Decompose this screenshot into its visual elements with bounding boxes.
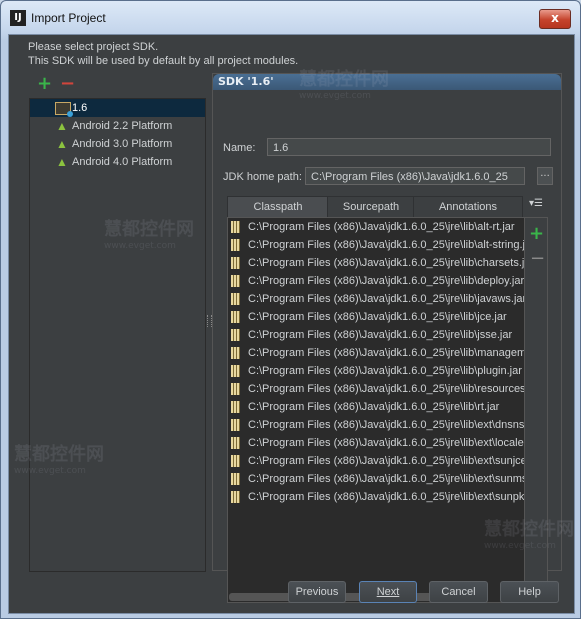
- add-classpath-icon[interactable]: +: [529, 223, 544, 244]
- classpath-row[interactable]: C:\Program Files (x86)\Java\jdk1.6.0_25\…: [228, 380, 524, 398]
- android-icon: ▲: [56, 119, 68, 133]
- classpath-entry: C:\Program Files (x86)\Java\jdk1.6.0_25\…: [248, 293, 524, 305]
- classpath-entry: C:\Program Files (x86)\Java\jdk1.6.0_25\…: [248, 491, 524, 503]
- previous-button[interactable]: Previous: [288, 581, 346, 603]
- jar-icon: [231, 455, 240, 467]
- classpath-row[interactable]: C:\Program Files (x86)\Java\jdk1.6.0_25\…: [228, 362, 524, 380]
- jar-icon: [231, 329, 240, 341]
- classpath-entry: C:\Program Files (x86)\Java\jdk1.6.0_25\…: [248, 473, 524, 485]
- jar-icon: [231, 239, 240, 251]
- classpath-entry: C:\Program Files (x86)\Java\jdk1.6.0_25\…: [248, 419, 524, 431]
- classpath-row[interactable]: C:\Program Files (x86)\Java\jdk1.6.0_25\…: [228, 326, 524, 344]
- jar-icon: [231, 347, 240, 359]
- classpath-row[interactable]: C:\Program Files (x86)\Java\jdk1.6.0_25\…: [228, 218, 524, 236]
- classpath-entry: C:\Program Files (x86)\Java\jdk1.6.0_25\…: [248, 257, 524, 269]
- classpath-row[interactable]: C:\Program Files (x86)\Java\jdk1.6.0_25\…: [228, 272, 524, 290]
- jar-icon: [231, 365, 240, 377]
- intellij-app-icon: IJ: [10, 10, 26, 26]
- name-field[interactable]: 1.6: [267, 138, 551, 156]
- classpath-row[interactable]: C:\Program Files (x86)\Java\jdk1.6.0_25\…: [228, 416, 524, 434]
- title-bar[interactable]: IJ Import Project x: [1, 1, 580, 35]
- classpath-entry: C:\Program Files (x86)\Java\jdk1.6.0_25\…: [248, 275, 524, 287]
- sdk-item-label: Android 3.0 Platform: [72, 138, 173, 150]
- intro-text: Please select project SDK. This SDK will…: [28, 40, 298, 68]
- classpath-entry: C:\Program Files (x86)\Java\jdk1.6.0_25\…: [248, 347, 524, 359]
- next-button[interactable]: Next: [359, 581, 417, 603]
- next-button-label: Next: [376, 586, 400, 598]
- sdk-item-label: Android 4.0 Platform: [72, 156, 173, 168]
- classpath-entry: C:\Program Files (x86)\Java\jdk1.6.0_25\…: [248, 239, 524, 251]
- sdk-list: 1.6 ▲ Android 2.2 Platform ▲ Android 3.0…: [29, 98, 206, 572]
- jar-icon: [231, 257, 240, 269]
- jar-icon: [231, 293, 240, 305]
- dialog-content: Please select project SDK. This SDK will…: [8, 34, 575, 614]
- remove-sdk-icon[interactable]: −: [60, 75, 75, 93]
- classpath-entry: C:\Program Files (x86)\Java\jdk1.6.0_25\…: [248, 221, 515, 233]
- name-label: Name:: [223, 142, 256, 154]
- jar-icon: [231, 221, 240, 233]
- sdk-item-1-6[interactable]: 1.6: [30, 99, 205, 117]
- classpath-toolbar: + −: [525, 217, 548, 603]
- jdk-home-field[interactable]: C:\Program Files (x86)\Java\jdk1.6.0_25: [305, 167, 525, 185]
- jar-icon: [231, 311, 240, 323]
- jar-icon: [231, 401, 240, 413]
- classpath-row[interactable]: C:\Program Files (x86)\Java\jdk1.6.0_25\…: [228, 236, 524, 254]
- classpath-row[interactable]: C:\Program Files (x86)\Java\jdk1.6.0_25\…: [228, 308, 524, 326]
- sdk-item-android-2-2[interactable]: ▲ Android 2.2 Platform: [30, 117, 205, 135]
- classpath-row[interactable]: C:\Program Files (x86)\Java\jdk1.6.0_25\…: [228, 254, 524, 272]
- sdk-folder-icon: [55, 102, 73, 117]
- window-title: Import Project: [31, 11, 106, 25]
- classpath-entry: C:\Program Files (x86)\Java\jdk1.6.0_25\…: [248, 365, 522, 377]
- tab-annotations[interactable]: Annotations: [413, 196, 523, 218]
- sdk-panel-title: SDK '1.6': [213, 74, 561, 90]
- classpath-list: C:\Program Files (x86)\Java\jdk1.6.0_25\…: [227, 217, 525, 603]
- close-button[interactable]: x: [539, 9, 571, 29]
- jar-icon: [231, 437, 240, 449]
- classpath-row[interactable]: C:\Program Files (x86)\Java\jdk1.6.0_25\…: [228, 434, 524, 452]
- jar-icon: [231, 275, 240, 287]
- tab-sourcepath[interactable]: Sourcepath: [327, 196, 415, 218]
- classpath-entry: C:\Program Files (x86)\Java\jdk1.6.0_25\…: [248, 455, 524, 467]
- sdk-item-label: 1.6: [72, 102, 88, 114]
- sdk-details-panel: SDK '1.6' Name: 1.6 JDK home path: C:\Pr…: [212, 73, 562, 603]
- jar-icon: [231, 473, 240, 485]
- tab-menu-icon[interactable]: ▾☰: [529, 198, 543, 209]
- tab-classpath[interactable]: Classpath: [227, 196, 329, 218]
- classpath-row[interactable]: C:\Program Files (x86)\Java\jdk1.6.0_25\…: [228, 344, 524, 362]
- classpath-row[interactable]: C:\Program Files (x86)\Java\jdk1.6.0_25\…: [228, 290, 524, 308]
- classpath-entry: C:\Program Files (x86)\Java\jdk1.6.0_25\…: [248, 383, 524, 395]
- classpath-entry: C:\Program Files (x86)\Java\jdk1.6.0_25\…: [248, 401, 500, 413]
- jar-icon: [231, 383, 240, 395]
- remove-classpath-icon[interactable]: −: [530, 248, 545, 269]
- classpath-row[interactable]: C:\Program Files (x86)\Java\jdk1.6.0_25\…: [228, 488, 524, 506]
- jdk-home-label: JDK home path:: [223, 171, 302, 183]
- add-sdk-icon[interactable]: +: [37, 75, 52, 93]
- classpath-row[interactable]: C:\Program Files (x86)\Java\jdk1.6.0_25\…: [228, 470, 524, 488]
- classpath-entry: C:\Program Files (x86)\Java\jdk1.6.0_25\…: [248, 437, 524, 449]
- android-icon: ▲: [56, 155, 68, 169]
- classpath-row[interactable]: C:\Program Files (x86)\Java\jdk1.6.0_25\…: [228, 398, 524, 416]
- android-icon: ▲: [56, 137, 68, 151]
- cancel-button[interactable]: Cancel: [429, 581, 488, 603]
- import-project-window: IJ Import Project x Please select projec…: [0, 0, 581, 619]
- sdk-item-android-4-0[interactable]: ▲ Android 4.0 Platform: [30, 153, 205, 171]
- classpath-row[interactable]: C:\Program Files (x86)\Java\jdk1.6.0_25\…: [228, 452, 524, 470]
- intro-line-1: Please select project SDK.: [28, 41, 159, 53]
- jar-icon: [231, 419, 240, 431]
- help-button[interactable]: Help: [500, 581, 559, 603]
- jar-icon: [231, 491, 240, 503]
- intro-line-2: This SDK will be used by default by all …: [28, 55, 299, 67]
- classpath-entry: C:\Program Files (x86)\Java\jdk1.6.0_25\…: [248, 311, 507, 323]
- browse-button[interactable]: ...: [537, 167, 553, 185]
- sdk-item-android-3-0[interactable]: ▲ Android 3.0 Platform: [30, 135, 205, 153]
- sdk-item-label: Android 2.2 Platform: [72, 120, 173, 132]
- classpath-entry: C:\Program Files (x86)\Java\jdk1.6.0_25\…: [248, 329, 513, 341]
